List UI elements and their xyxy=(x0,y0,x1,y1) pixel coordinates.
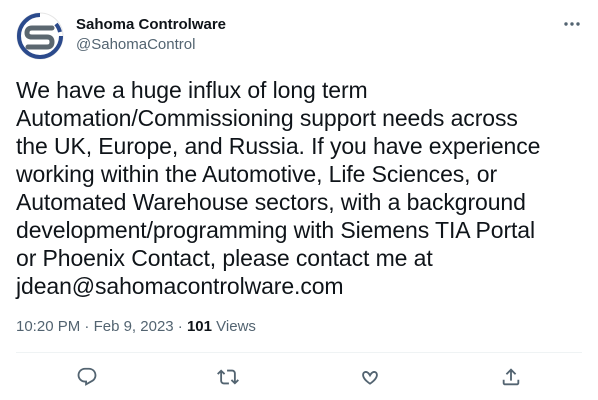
like-button[interactable] xyxy=(357,364,383,390)
views-label: Views xyxy=(216,318,256,335)
tweet: Sahoma Controlware @SahomaControl We hav… xyxy=(0,0,598,400)
reply-button[interactable] xyxy=(74,364,100,390)
more-options-button[interactable] xyxy=(562,14,582,34)
meta-separator: · xyxy=(177,318,183,335)
divider xyxy=(16,352,582,353)
share-button[interactable] xyxy=(498,364,524,390)
more-icon xyxy=(564,22,580,26)
tweet-meta: 10:20 PM · Feb 9, 2023 · 101 Views xyxy=(16,317,256,337)
share-icon xyxy=(502,368,520,386)
tweet-time[interactable]: 10:20 PM xyxy=(16,318,80,335)
retweet-button[interactable] xyxy=(215,364,241,390)
reply-icon xyxy=(77,367,97,386)
author-handle[interactable]: @SahomaControl xyxy=(76,35,226,55)
avatar[interactable] xyxy=(16,12,64,60)
sahoma-logo-icon xyxy=(16,12,64,60)
action-bar xyxy=(16,362,582,392)
author-name[interactable]: Sahoma Controlware xyxy=(76,15,226,34)
like-icon xyxy=(362,371,378,385)
retweet-icon xyxy=(217,369,239,385)
meta-separator: · xyxy=(84,318,90,335)
views-count: 101 xyxy=(186,318,212,335)
tweet-date[interactable]: Feb 9, 2023 xyxy=(94,318,174,335)
author-info: Sahoma Controlware @SahomaControl xyxy=(76,15,226,55)
tweet-text: We have a huge influx of long term Autom… xyxy=(16,77,541,299)
